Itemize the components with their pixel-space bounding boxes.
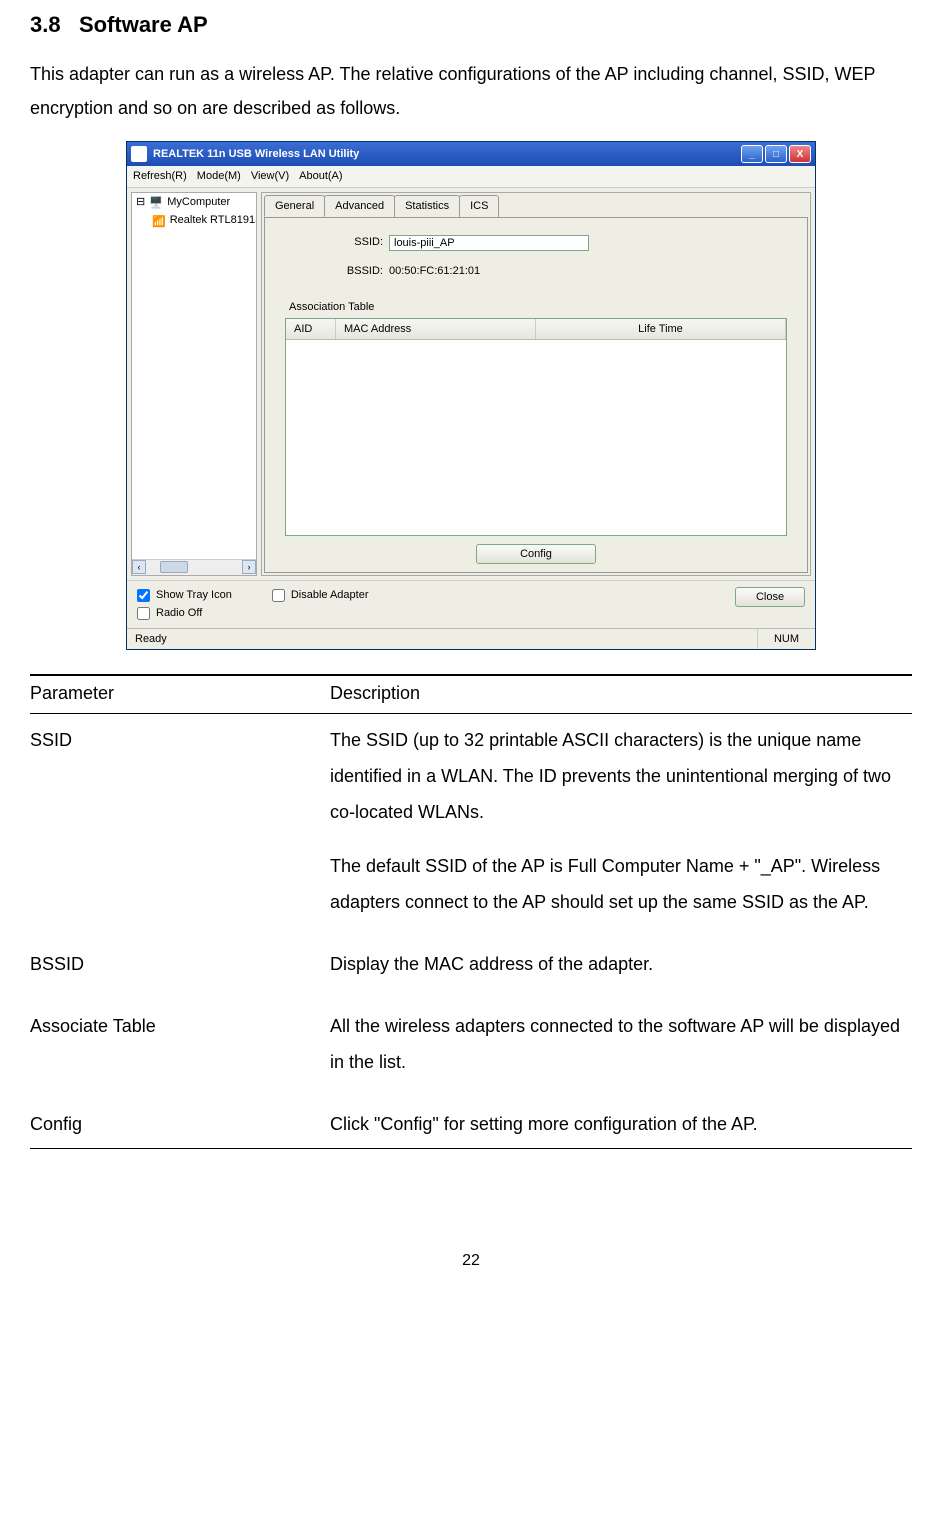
tree-pane: ⊟ 🖥️ MyComputer 📶 Realtek RTL8191SU ‹ ›	[131, 192, 257, 576]
col-mac[interactable]: MAC Address	[336, 319, 536, 340]
disable-adapter-checkbox[interactable]	[272, 589, 285, 602]
disable-adapter-check[interactable]: Disable Adapter	[272, 587, 369, 604]
tree-child[interactable]: 📶 Realtek RTL8191SU	[132, 211, 256, 230]
desc-ssid: The SSID (up to 32 printable ASCII chara…	[330, 714, 912, 939]
bssid-value: 00:50:FC:61:21:01	[389, 263, 480, 280]
bssid-label: BSSID:	[285, 263, 389, 280]
section-number: 3.8	[30, 12, 61, 37]
th-description: Description	[330, 675, 912, 714]
show-tray-checkbox[interactable]	[137, 589, 150, 602]
content-pane: General Advanced Statistics ICS SSID: BS…	[261, 192, 811, 576]
titlebar: REALTEK 11n USB Wireless LAN Utility _ □…	[127, 142, 815, 166]
table-row: Config Click "Config" for setting more c…	[30, 1098, 912, 1149]
close-window-button[interactable]: X	[789, 145, 811, 163]
param-bssid: BSSID	[30, 938, 330, 1000]
table-row: BSSID Display the MAC address of the ada…	[30, 938, 912, 1000]
adapter-icon: 📶	[152, 214, 166, 228]
tree-root-label: MyComputer	[167, 194, 230, 211]
param-assoc: Associate Table	[30, 1000, 330, 1098]
param-ssid: SSID	[30, 714, 330, 939]
status-num: NUM	[758, 629, 815, 650]
tree-scrollbar[interactable]: ‹ ›	[132, 559, 256, 575]
screenshot-figure: REALTEK 11n USB Wireless LAN Utility _ □…	[30, 141, 912, 650]
ssid-label: SSID:	[285, 234, 389, 251]
section-heading: 3.8 Software AP	[30, 8, 912, 41]
menu-about[interactable]: About(A)	[299, 168, 342, 185]
tab-general[interactable]: General	[264, 195, 325, 218]
assoc-label: Association Table	[289, 299, 787, 316]
section-title: Software AP	[79, 12, 208, 37]
desc-assoc: All the wireless adapters connected to t…	[330, 1000, 912, 1098]
app-window: REALTEK 11n USB Wireless LAN Utility _ □…	[126, 141, 816, 650]
ssid-input[interactable]	[389, 235, 589, 251]
table-row: Associate Table All the wireless adapter…	[30, 1000, 912, 1098]
col-life[interactable]: Life Time	[536, 319, 786, 340]
show-tray-check[interactable]: Show Tray Icon	[137, 587, 232, 604]
desc-config: Click "Config" for setting more configur…	[330, 1098, 912, 1149]
maximize-button[interactable]: □	[765, 145, 787, 163]
param-config: Config	[30, 1098, 330, 1149]
tree-child-label: Realtek RTL8191SU	[170, 212, 257, 229]
menu-mode[interactable]: Mode(M)	[197, 168, 241, 185]
menubar: Refresh(R) Mode(M) View(V) About(A)	[127, 166, 815, 188]
tab-statistics[interactable]: Statistics	[394, 195, 460, 218]
tab-strip: General Advanced Statistics ICS	[262, 193, 810, 218]
minus-icon: ⊟	[136, 194, 145, 211]
menu-refresh[interactable]: Refresh(R)	[133, 168, 187, 185]
tab-ics[interactable]: ICS	[459, 195, 499, 218]
intro-text: This adapter can run as a wireless AP. T…	[30, 57, 912, 125]
association-table: AID MAC Address Life Time	[285, 318, 787, 536]
show-tray-label: Show Tray Icon	[156, 587, 232, 604]
scroll-right-icon[interactable]: ›	[242, 560, 256, 574]
col-aid[interactable]: AID	[286, 319, 336, 340]
computer-icon: 🖥️	[149, 195, 163, 209]
radio-off-check[interactable]: Radio Off	[137, 605, 232, 622]
assoc-header: AID MAC Address Life Time	[286, 319, 786, 341]
radio-off-checkbox[interactable]	[137, 607, 150, 620]
bottom-panel: Show Tray Icon Radio Off Disable Adapter…	[127, 580, 815, 628]
desc-ssid-p2: The default SSID of the AP is Full Compu…	[330, 856, 880, 912]
statusbar: Ready NUM	[127, 628, 815, 650]
config-button[interactable]: Config	[476, 544, 596, 564]
tab-advanced[interactable]: Advanced	[324, 195, 395, 218]
page-number: 22	[30, 1249, 912, 1273]
table-row: SSID The SSID (up to 32 printable ASCII …	[30, 714, 912, 939]
bssid-row: BSSID: 00:50:FC:61:21:01	[285, 263, 787, 280]
scroll-thumb[interactable]	[160, 561, 188, 573]
disable-adapter-label: Disable Adapter	[291, 587, 369, 604]
tree-root[interactable]: ⊟ 🖥️ MyComputer	[132, 193, 256, 212]
desc-ssid-p1: The SSID (up to 32 printable ASCII chara…	[330, 730, 891, 822]
ssid-row: SSID:	[285, 234, 787, 251]
desc-bssid: Display the MAC address of the adapter.	[330, 938, 912, 1000]
window-title: REALTEK 11n USB Wireless LAN Utility	[153, 146, 735, 163]
param-table: Parameter Description SSID The SSID (up …	[30, 674, 912, 1149]
tab-body: SSID: BSSID: 00:50:FC:61:21:01 Associati…	[264, 217, 808, 573]
menu-view[interactable]: View(V)	[251, 168, 289, 185]
radio-off-label: Radio Off	[156, 605, 202, 622]
app-icon	[131, 146, 147, 162]
minimize-button[interactable]: _	[741, 145, 763, 163]
close-button[interactable]: Close	[735, 587, 805, 607]
th-parameter: Parameter	[30, 675, 330, 714]
status-ready: Ready	[127, 629, 758, 650]
scroll-left-icon[interactable]: ‹	[132, 560, 146, 574]
